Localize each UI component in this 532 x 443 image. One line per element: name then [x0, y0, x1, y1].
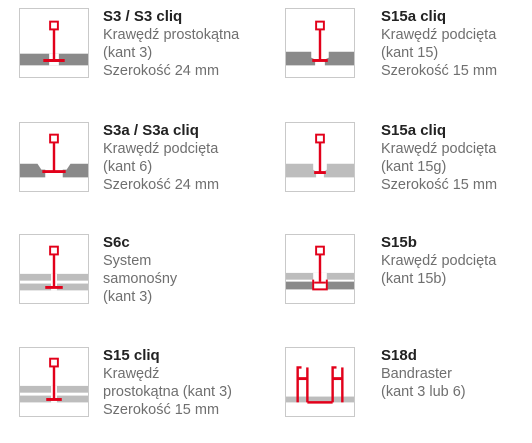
entry-code: S6c [103, 234, 130, 251]
entry-code: S15b [381, 234, 417, 251]
entry-line: (kant 3 lub 6) [381, 384, 466, 400]
entry-line: Szerokość 24 mm [103, 63, 220, 79]
tile-edge-square-icon [19, 8, 89, 78]
entry-line: (kant 3) [103, 45, 153, 61]
entry-code: S15a cliq [381, 122, 447, 139]
tile-edge-rebated-light-icon [285, 122, 355, 192]
entry-line: (kant 15g) [381, 159, 447, 175]
entry-line: Krawędź [103, 366, 160, 382]
entry-code: S3a / S3a cliq [103, 122, 199, 139]
tile-edge-self-supporting-icon [19, 234, 89, 304]
entry-line: (kant 15) [381, 45, 439, 61]
entry-line: (kant 15b) [381, 271, 447, 287]
entry-line: Krawędź podcięta [381, 141, 497, 157]
entry-line: samonośny [103, 271, 178, 287]
entry-line: Szerokość 15 mm [103, 402, 220, 418]
entry-code: S3 / S3 cliq [103, 8, 183, 25]
entry-line: System [103, 253, 152, 269]
tile-edge-rebated-icon [285, 8, 355, 78]
entry-line: Krawędź prostokątna [103, 27, 240, 43]
entry-line: Krawędź podcięta [381, 27, 497, 43]
tile-edge-tegular-icon [19, 122, 89, 192]
entry-line: Bandraster [381, 366, 452, 382]
tile-edge-concealed-icon [285, 234, 355, 304]
entry-line: (kant 6) [103, 159, 153, 175]
entry-code: S18d [381, 347, 417, 364]
tile-edge-narrow-icon [19, 347, 89, 417]
bandraster-profile-icon [285, 347, 355, 417]
entry-code: S15 cliq [103, 347, 160, 364]
entry-line: prostokątna (kant 3) [103, 384, 232, 400]
entry-code: S15a cliq [381, 8, 447, 25]
entry-line: Szerokość 15 mm [381, 63, 498, 79]
entry-line: Szerokość 24 mm [103, 177, 220, 193]
entry-line: Krawędź podcięta [381, 253, 497, 269]
entry-line: (kant 3) [103, 289, 153, 305]
entry-line: Krawędź podcięta [103, 141, 219, 157]
entry-line: Szerokość 15 mm [381, 177, 498, 193]
